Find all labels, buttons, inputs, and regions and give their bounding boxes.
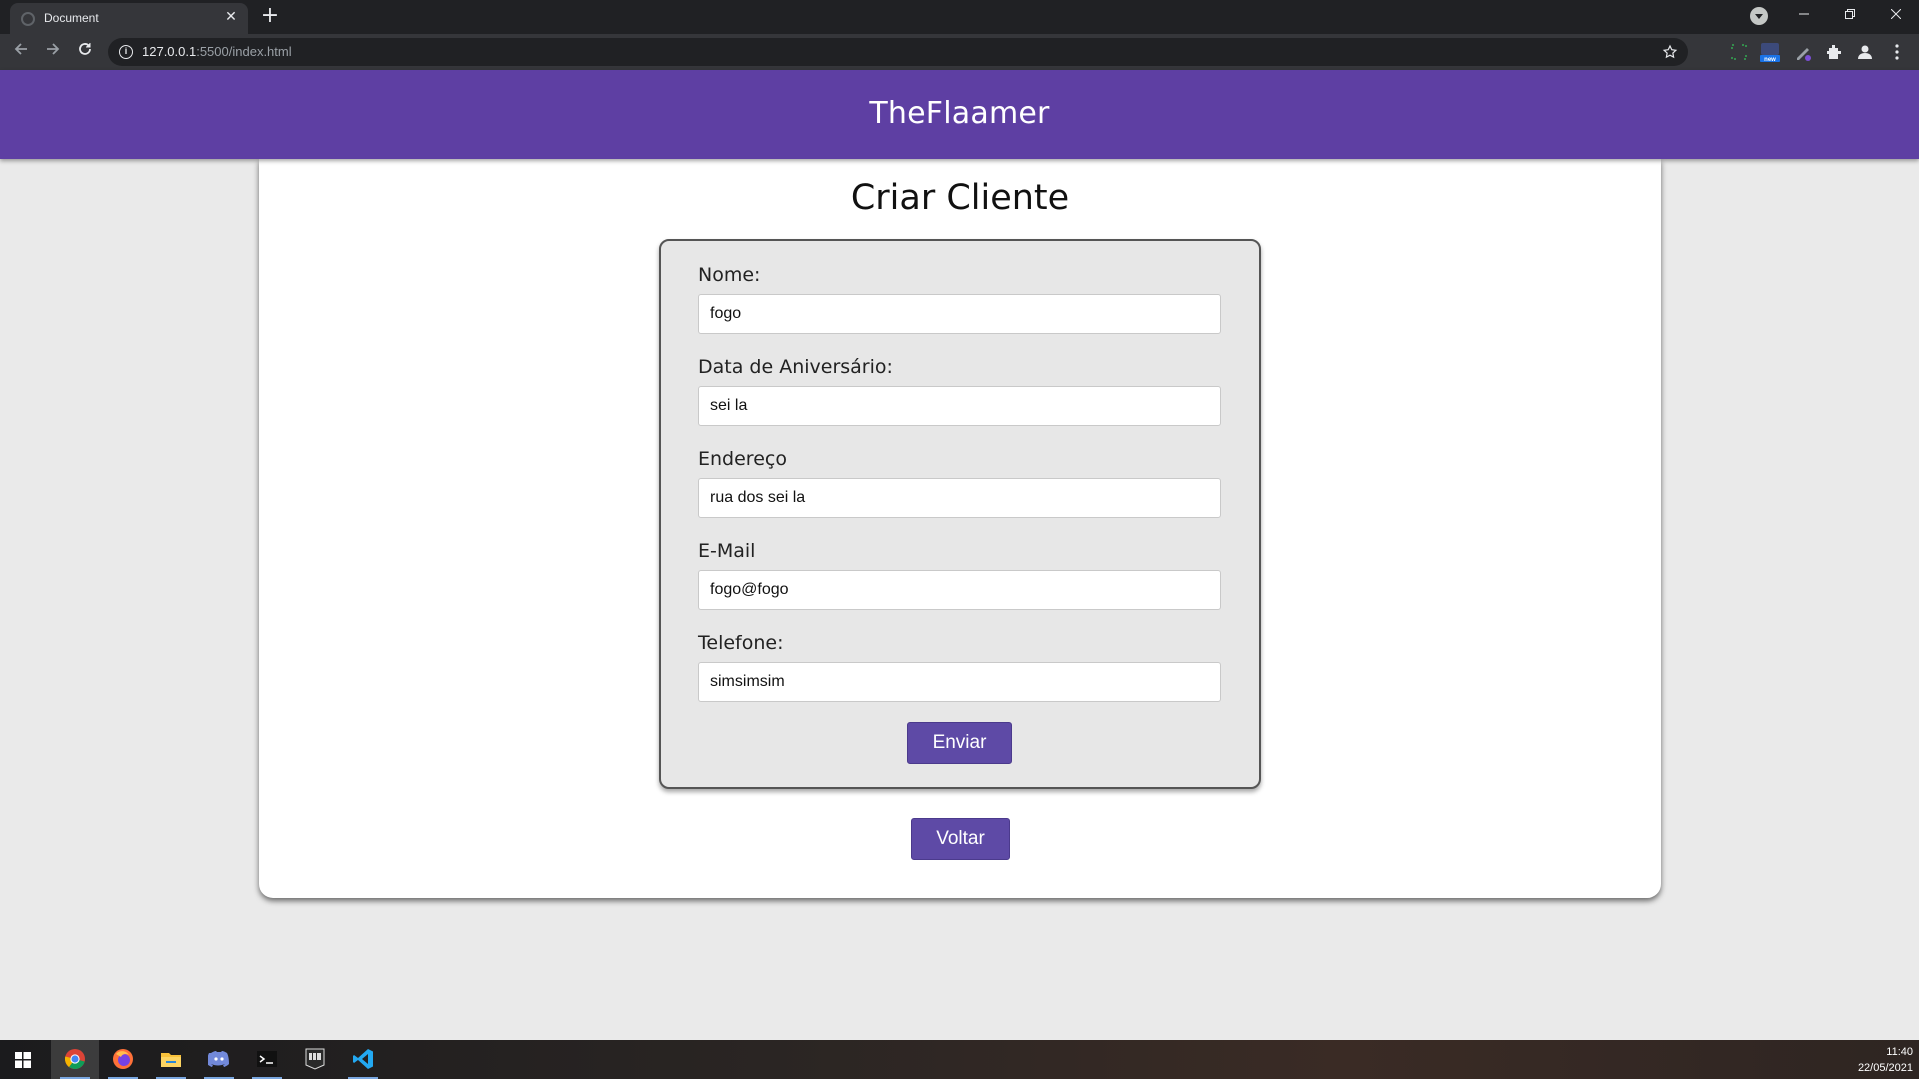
back-button[interactable]: Voltar [911, 818, 1010, 860]
birthday-input[interactable] [698, 386, 1221, 426]
extensions-icon[interactable] [1825, 43, 1843, 61]
taskbar-file-explorer[interactable] [147, 1040, 195, 1079]
birthday-field-group: Data de Aniversário: [698, 356, 1223, 426]
taskbar-firefox[interactable] [99, 1040, 147, 1079]
tab-title: Document [44, 11, 99, 25]
chrome-icon [64, 1049, 85, 1070]
menu-icon[interactable] [1888, 43, 1906, 61]
tab-search-icon[interactable] [1750, 7, 1768, 25]
address-field-group: Endereço [698, 448, 1223, 518]
phone-field-group: Telefone: [698, 632, 1223, 702]
discord-icon [208, 1051, 229, 1067]
forward-button[interactable] [40, 39, 66, 65]
send-button[interactable]: Enviar [907, 722, 1012, 764]
globe-icon [21, 12, 35, 26]
site-brand: TheFlaamer [869, 96, 1050, 131]
system-clock[interactable]: 11:40 22/05/2021 [1858, 1044, 1913, 1076]
taskbar-discord[interactable] [195, 1040, 243, 1079]
start-button[interactable] [0, 1040, 44, 1079]
phone-label: Telefone: [698, 632, 784, 654]
clock-time: 11:40 [1886, 1046, 1913, 1058]
birthday-label: Data de Aniversário: [698, 356, 893, 378]
close-icon [1890, 8, 1902, 20]
taskbar: 11:40 22/05/2021 [0, 1040, 1919, 1079]
address-label: Endereço [698, 448, 787, 470]
name-label: Nome: [698, 264, 761, 286]
svg-text:new: new [1764, 57, 1776, 63]
screenshot-extension-icon[interactable] [1730, 43, 1748, 61]
taskbar-terminal[interactable] [243, 1040, 291, 1079]
address-bar[interactable]: i 127.0.0.1:5500/index.html [108, 38, 1688, 66]
new-extension-icon[interactable]: new [1759, 41, 1781, 63]
client-form: Nome: Data de Aniversário: Endereço E-Ma… [659, 239, 1261, 789]
close-window-button[interactable] [1873, 0, 1919, 30]
name-field-group: Nome: [698, 264, 1223, 334]
back-button[interactable] [8, 39, 34, 65]
pen-extension-icon[interactable] [1794, 43, 1812, 61]
new-tab-button[interactable]: + [258, 5, 282, 29]
minimize-icon [1799, 13, 1809, 15]
profile-icon[interactable] [1856, 43, 1874, 61]
taskbar-epic-games[interactable] [291, 1040, 339, 1079]
windows-icon [15, 1052, 31, 1068]
taskbar-chrome[interactable] [51, 1040, 99, 1079]
reload-button[interactable] [72, 39, 98, 65]
restore-icon [1845, 9, 1855, 19]
phone-input[interactable] [698, 662, 1221, 702]
clock-date: 22/05/2021 [1857, 1062, 1913, 1074]
name-input[interactable] [698, 294, 1221, 334]
main-card: Criar Cliente Nome: Data de Aniversário:… [259, 159, 1661, 898]
back-icon [14, 43, 27, 55]
email-input[interactable] [698, 570, 1221, 610]
site-header: TheFlaamer [0, 70, 1919, 159]
email-field-group: E-Mail [698, 540, 1223, 610]
reload-icon [79, 43, 91, 55]
taskbar-vscode[interactable] [339, 1040, 387, 1079]
file-explorer-icon [161, 1053, 181, 1067]
address-input[interactable] [698, 478, 1221, 518]
email-label: E-Mail [698, 540, 756, 562]
browser-titlebar: Document ✕ + [0, 0, 1919, 34]
browser-tab[interactable]: Document ✕ [10, 3, 248, 34]
restore-button[interactable] [1827, 0, 1873, 30]
firefox-icon [113, 1049, 133, 1069]
page-title: Criar Cliente [850, 178, 1070, 218]
terminal-icon [257, 1051, 277, 1067]
epic-games-icon [305, 1048, 325, 1070]
url-text[interactable]: 127.0.0.1:5500/index.html [142, 44, 292, 59]
info-icon[interactable]: i [119, 45, 133, 59]
minimize-button[interactable] [1781, 0, 1827, 30]
forward-icon [47, 43, 60, 55]
close-tab-icon[interactable]: ✕ [222, 8, 240, 26]
vscode-icon [353, 1049, 373, 1069]
browser-toolbar: i 127.0.0.1:5500/index.html new [0, 34, 1919, 70]
star-icon[interactable] [1662, 44, 1678, 60]
